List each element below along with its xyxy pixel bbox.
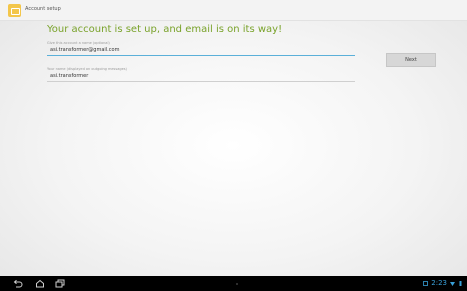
next-button[interactable]: Next bbox=[386, 53, 436, 67]
back-icon[interactable] bbox=[13, 279, 23, 288]
display-name-value: asi.transformer bbox=[50, 73, 89, 79]
display-name-input[interactable]: asi.transformer bbox=[47, 71, 355, 82]
status-dot bbox=[236, 283, 238, 285]
screen: Account setup Your account is set up, an… bbox=[0, 0, 467, 291]
account-name-value: asi.transformer@gmail.com bbox=[50, 47, 120, 53]
battery-icon bbox=[459, 281, 462, 286]
email-app-icon bbox=[8, 4, 21, 17]
recent-apps-icon[interactable] bbox=[55, 279, 65, 288]
app-title: Account setup bbox=[25, 6, 61, 12]
status-area[interactable]: 2:23 bbox=[423, 278, 463, 289]
title-bar: Account setup bbox=[0, 0, 467, 21]
clock: 2:23 bbox=[431, 279, 447, 287]
system-bar: 2:23 bbox=[0, 276, 467, 291]
account-name-input[interactable]: asi.transformer@gmail.com bbox=[47, 45, 355, 56]
home-icon[interactable] bbox=[35, 279, 45, 288]
notification-icon bbox=[423, 281, 429, 286]
wifi-icon bbox=[450, 282, 455, 286]
page-heading: Your account is set up, and email is on … bbox=[47, 24, 283, 35]
